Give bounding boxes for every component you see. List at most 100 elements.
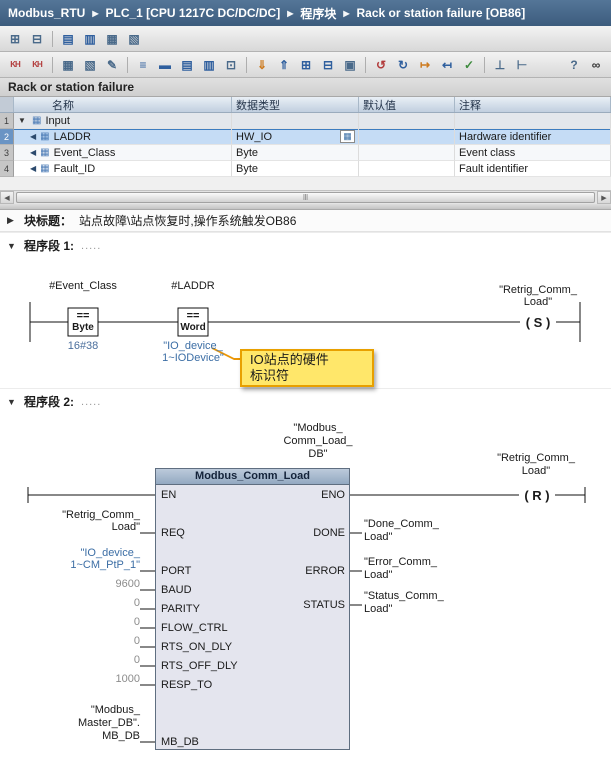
set-coil[interactable]: ( S ): [519, 315, 557, 330]
ladder-elements-icon[interactable]: ▣: [340, 55, 360, 75]
network2-title[interactable]: 程序段 2:: [24, 393, 74, 410]
instance-db-name-line1[interactable]: "Modbus_: [268, 422, 368, 434]
row-number[interactable]: 2: [0, 129, 14, 145]
port-operand-line2[interactable]: 1~CM_PtP_1": [20, 559, 140, 571]
port-operand-line1[interactable]: "IO_device_: [20, 547, 140, 559]
rts-on-dly-constant[interactable]: 0: [20, 635, 140, 647]
block-title-text[interactable]: 站点故障\站点恢复时,操作系统触发OB86: [79, 212, 296, 229]
compare-contact[interactable]: ==: [68, 310, 98, 322]
collapse-networks-icon[interactable]: ▥: [199, 55, 219, 75]
row-number[interactable]: 4: [0, 161, 14, 177]
table-row-fault-id[interactable]: 4 ◀ ▦ Fault_ID Byte Fault identifier: [0, 161, 611, 177]
delete-box-icon[interactable]: ⊟: [318, 55, 338, 75]
insert-row-icon[interactable]: ⊞: [5, 29, 25, 49]
go-offline-icon[interactable]: ↻: [393, 55, 413, 75]
row-number[interactable]: 1: [0, 113, 14, 129]
done-operand-line1[interactable]: "Done_Comm_: [364, 518, 439, 530]
load-values-icon[interactable]: ▧: [124, 29, 144, 49]
upload-from-device-icon[interactable]: ⇑: [274, 55, 294, 75]
collapse-toggle-icon[interactable]: ▼: [7, 241, 17, 251]
help-icon[interactable]: ?: [564, 55, 584, 75]
resp-to-constant[interactable]: 1000: [20, 673, 140, 685]
default-cell[interactable]: [359, 161, 455, 177]
datatype-value[interactable]: HW_IO: [236, 131, 272, 143]
table-row-input[interactable]: 1 ▼ ▦ Input: [0, 113, 611, 129]
flow-ctrl-constant[interactable]: 0: [20, 616, 140, 628]
default-cell[interactable]: [359, 145, 455, 161]
comment-cell[interactable]: [455, 113, 611, 129]
download-to-device-icon[interactable]: ⇓: [252, 55, 272, 75]
coil-operand-line1[interactable]: "Retrig_Comm_: [488, 284, 588, 296]
goto-next-icon[interactable]: ↦: [415, 55, 435, 75]
coil-operand-line2[interactable]: Load": [486, 465, 586, 477]
breadcrumb-item-project[interactable]: Modbus_RTU: [8, 6, 85, 20]
breadcrumb-item-program-blocks[interactable]: 程序块: [300, 5, 336, 22]
expand-networks-icon[interactable]: ▤: [177, 55, 197, 75]
reset-coil[interactable]: ( R ): [518, 488, 556, 503]
symbolic-operands-icon[interactable]: KH: [27, 55, 47, 75]
consistency-check-icon[interactable]: ✓: [459, 55, 479, 75]
delete-row-icon[interactable]: ▧: [80, 55, 100, 75]
req-operand-line1[interactable]: "Retrig_Comm_: [20, 509, 140, 521]
instance-db-name-line3[interactable]: DB": [268, 448, 368, 460]
compare-datatype[interactable]: Byte: [68, 322, 98, 334]
comment-cell[interactable]: Fault identifier: [455, 161, 611, 177]
datatype-cell[interactable]: [232, 113, 359, 129]
insert-box-icon[interactable]: ⊞: [296, 55, 316, 75]
network1-comment-placeholder[interactable]: .....: [81, 240, 101, 252]
compare-constant[interactable]: 16#38: [33, 340, 133, 352]
add-row-below-icon[interactable]: ⊟: [27, 29, 47, 49]
horizontal-scrollbar[interactable]: ◀ Ⅲ ▶: [0, 190, 611, 204]
scrollbar-thumb[interactable]: Ⅲ: [16, 192, 595, 203]
scroll-left-button[interactable]: ◀: [0, 191, 14, 204]
collapse-toggle-icon[interactable]: ▼: [7, 397, 17, 407]
status-operand-line1[interactable]: "Status_Comm_: [364, 590, 444, 602]
insert-network-icon[interactable]: ▬: [155, 55, 175, 75]
open-branch-icon[interactable]: ⊥: [490, 55, 510, 75]
section-name[interactable]: Input: [45, 115, 69, 127]
parity-constant[interactable]: 0: [20, 597, 140, 609]
snapshot-icon[interactable]: ▥: [80, 29, 100, 49]
contact-operand[interactable]: #LADDR: [143, 280, 243, 292]
compare-operand-line2[interactable]: 1~IODevice": [143, 352, 243, 364]
scroll-right-button[interactable]: ▶: [597, 191, 611, 204]
coil-operand-line1[interactable]: "Retrig_Comm_: [486, 452, 586, 464]
breadcrumb-item-block[interactable]: Rack or station failure [OB86]: [357, 6, 526, 20]
breadcrumb-item-plc[interactable]: PLC_1 [CPU 1217C DC/DC/DC]: [105, 6, 280, 20]
goto-prev-icon[interactable]: ↤: [437, 55, 457, 75]
error-operand-line1[interactable]: "Error_Comm_: [364, 556, 437, 568]
mb-db-operand-line2[interactable]: Master_DB".: [20, 717, 140, 729]
default-cell[interactable]: [359, 129, 455, 145]
compare-contact[interactable]: ==: [178, 310, 208, 322]
rts-off-dly-constant[interactable]: 0: [20, 654, 140, 666]
network-list-icon[interactable]: ≡: [133, 55, 153, 75]
network2-comment-placeholder[interactable]: .....: [81, 396, 101, 408]
copy-snapshot-icon[interactable]: ▦: [102, 29, 122, 49]
variable-name[interactable]: LADDR: [54, 131, 91, 143]
instance-db-name-line2[interactable]: Comm_Load_: [268, 435, 368, 447]
function-block-title[interactable]: Modbus_Comm_Load: [156, 469, 349, 485]
monitoring-glasses-icon[interactable]: ∞: [586, 55, 606, 75]
comment-cell[interactable]: Event class: [455, 145, 611, 161]
variable-name[interactable]: Fault_ID: [54, 163, 96, 175]
contact-operand[interactable]: #Event_Class: [33, 280, 133, 292]
datatype-browse-button[interactable]: ▦: [340, 130, 355, 143]
table-row-laddr[interactable]: 2 ◀ ▦ LADDR HW_IO ▦ Hardware identifier: [0, 129, 611, 145]
table-row-event-class[interactable]: 3 ◀ ▦ Event_Class Byte Event class: [0, 145, 611, 161]
done-operand-line2[interactable]: Load": [364, 531, 392, 543]
comment-cell[interactable]: Hardware identifier: [455, 129, 611, 145]
datatype-cell[interactable]: Byte: [232, 145, 359, 161]
row-number[interactable]: 3: [0, 145, 14, 161]
expand-collapse-icon[interactable]: ▼: [18, 116, 28, 125]
mb-db-operand-line3[interactable]: MB_DB: [20, 730, 140, 742]
collapse-toggle-icon[interactable]: ▶: [7, 215, 17, 226]
absolute-operands-icon[interactable]: KH: [5, 55, 25, 75]
comment-icon[interactable]: ⊡: [221, 55, 241, 75]
compare-datatype[interactable]: Word: [178, 322, 208, 334]
status-operand-line2[interactable]: Load": [364, 603, 392, 615]
req-operand-line2[interactable]: Load": [20, 521, 140, 533]
go-online-icon[interactable]: ↺: [371, 55, 391, 75]
coil-operand-line2[interactable]: Load": [488, 296, 588, 308]
network1-title[interactable]: 程序段 1:: [24, 237, 74, 254]
baud-constant[interactable]: 9600: [20, 578, 140, 590]
